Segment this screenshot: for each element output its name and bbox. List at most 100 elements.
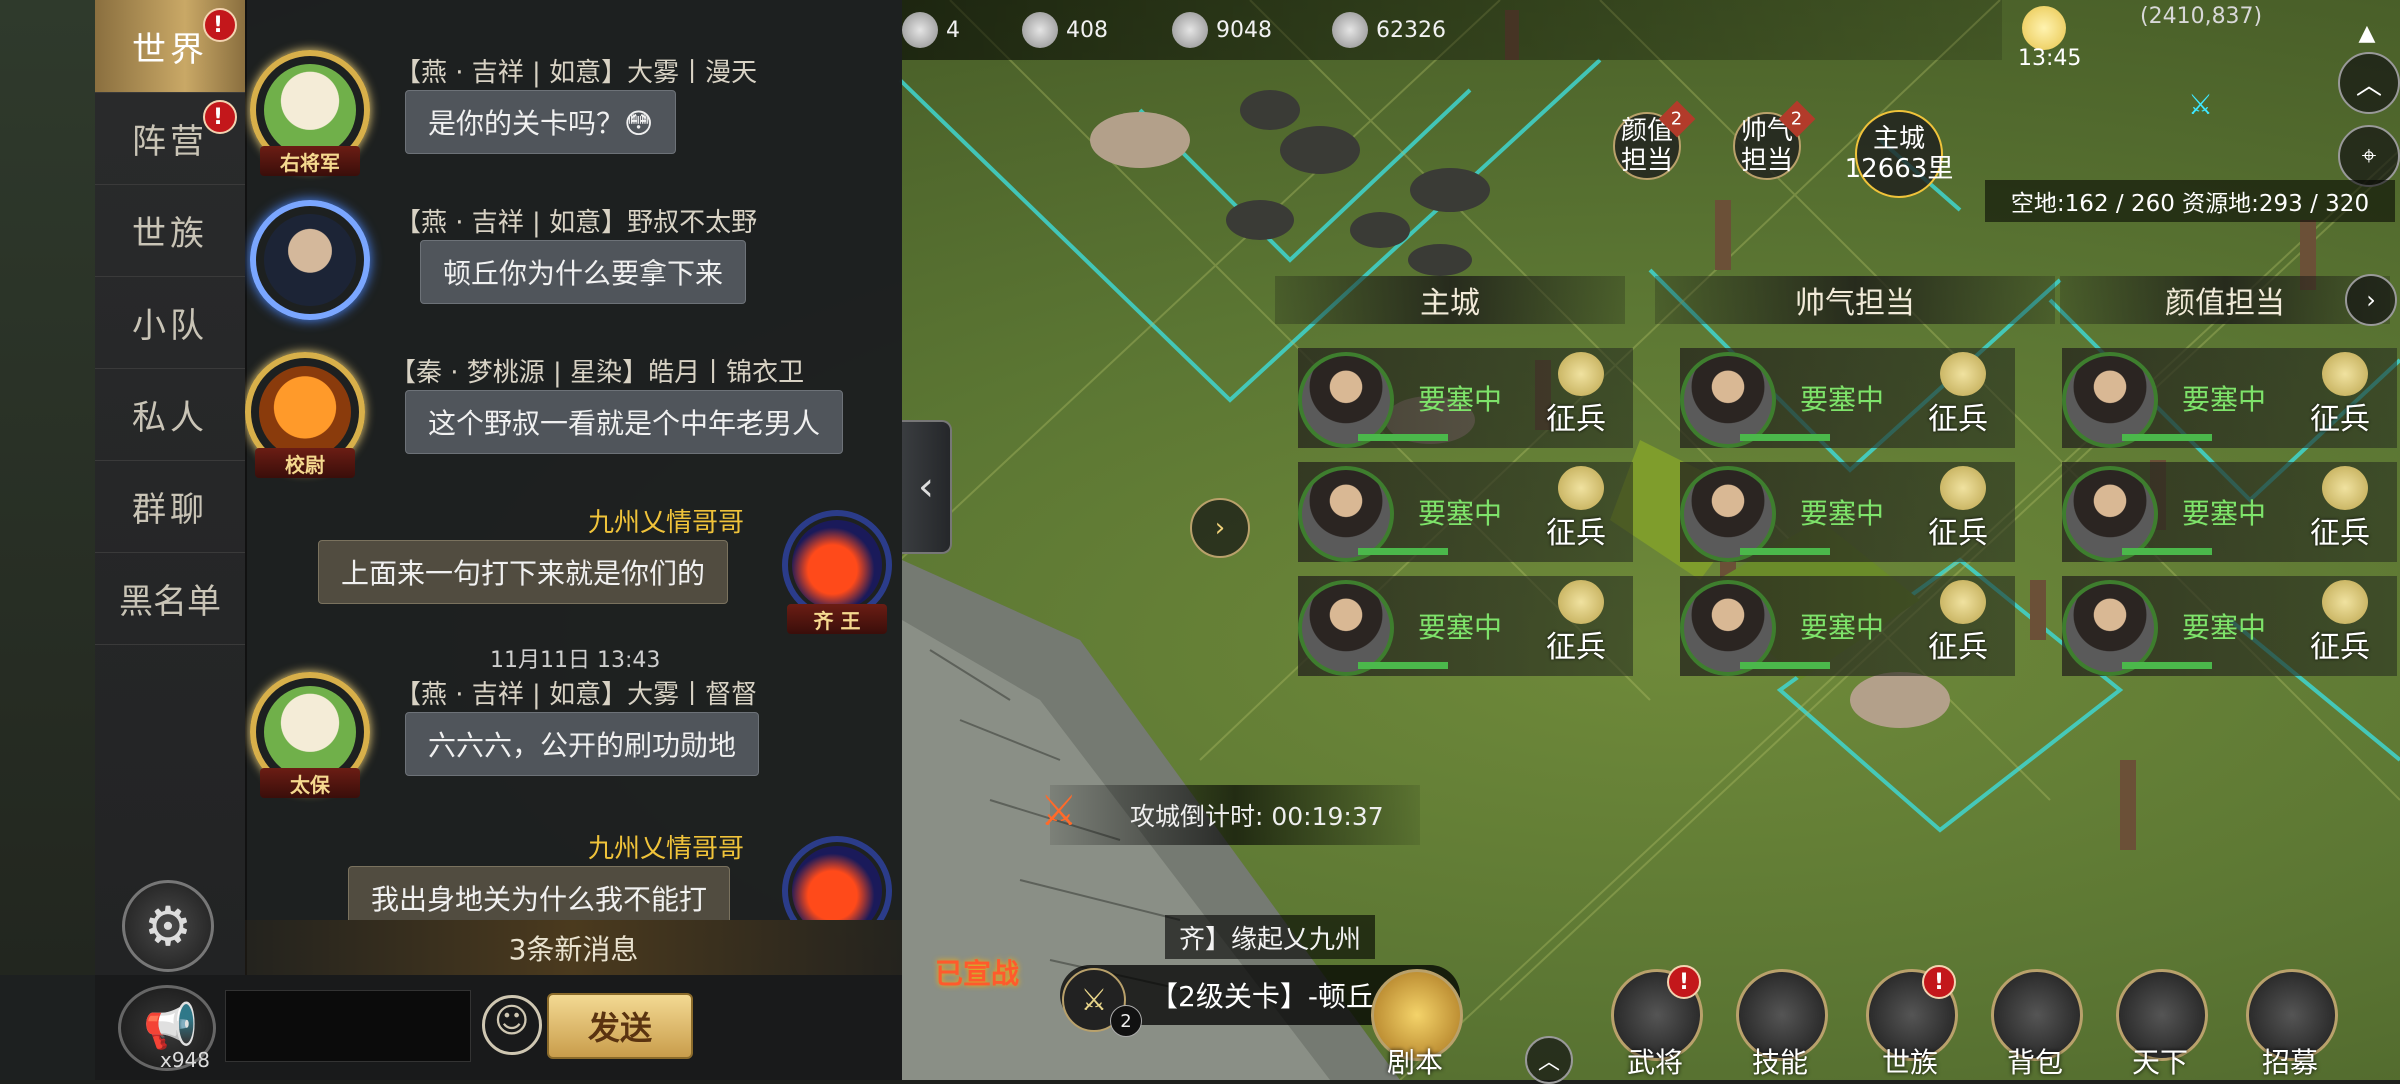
main-city-chip[interactable]: 主城 12663里 [1845, 110, 1953, 198]
megaphone-count: x948 [160, 1048, 211, 1072]
nav-clan[interactable]: ! 世族 [1860, 965, 1960, 1080]
avatar[interactable]: 右将军 [250, 50, 370, 176]
avatar[interactable]: 齐 王 [782, 510, 892, 634]
helmet-icon [2322, 466, 2368, 510]
troop-hp-bar [2122, 434, 2212, 441]
troop-hp-bar [1740, 434, 1830, 441]
nav-backpack[interactable]: 背包 [1985, 965, 2085, 1080]
avatar[interactable]: 太保 [250, 672, 370, 798]
expand-menu-button[interactable]: ︿ [1525, 1036, 1573, 1084]
recruit-button[interactable]: 征兵 [1546, 394, 1606, 438]
helmet-icon [1940, 466, 1986, 510]
gear-icon: ⚙ [143, 894, 193, 958]
troop-card[interactable]: 要塞中 征兵 [1298, 348, 1633, 448]
troop-hp-bar [1358, 662, 1448, 669]
map-pin-icon [2183, 80, 2213, 110]
smiley-icon: ☺ [494, 1001, 530, 1041]
tab-squad[interactable]: 小队 [95, 276, 245, 369]
recruit-button[interactable]: 征兵 [1928, 622, 1988, 666]
chat-left-edge [0, 0, 95, 975]
tab-world[interactable]: 世界 ! [95, 0, 245, 93]
recruit-button[interactable]: 征兵 [2310, 394, 2370, 438]
avatar[interactable] [250, 200, 370, 320]
siege-countdown: 攻城倒计时: 00:19:37 [1050, 785, 1420, 845]
troop-column-header[interactable]: 颜值担当 [2060, 276, 2390, 324]
nav-generals[interactable]: ! 武将 [1605, 965, 1705, 1080]
coin-icon [902, 12, 938, 48]
chevron-left-icon: ‹ [918, 464, 934, 510]
grain-icon [1022, 12, 1058, 48]
avatar[interactable]: 校尉 [245, 352, 365, 478]
troop-card[interactable]: 要塞中 征兵 [1298, 576, 1633, 676]
troop-hp-bar [1358, 434, 1448, 441]
chat-input[interactable] [225, 990, 471, 1062]
troop-card[interactable]: 要塞中 征兵 [1680, 576, 2015, 676]
helmet-icon [1940, 352, 1986, 396]
resource-grain[interactable]: 408 [1022, 8, 1108, 52]
troop-hp-bar [1740, 662, 1830, 669]
expand-troops-button[interactable]: › [1190, 498, 1250, 558]
troop-hp-bar [1740, 548, 1830, 555]
coordinates-readout: (2410,837) [2140, 4, 2263, 29]
troop-column-header[interactable]: 帅气担当 [1655, 276, 2055, 324]
troop-card[interactable]: 要塞中 征兵 [1680, 462, 2015, 562]
troop-card[interactable]: 要塞中 征兵 [2062, 576, 2397, 676]
chat-settings-button[interactable]: ⚙ [122, 880, 214, 972]
tab-blacklist[interactable]: 黑名单 [95, 552, 245, 645]
recruit-button[interactable]: 征兵 [1546, 622, 1606, 666]
message-list[interactable]: 右将军 【燕 · 吉祥 | 如意】大雾丨漫天 是你的关卡吗？😳 【燕 · 吉祥 … [245, 0, 902, 920]
emoji-button[interactable]: ☺ [482, 995, 542, 1055]
game-clock: 13:45 [2018, 46, 2082, 71]
chat-panel: 世界 ! 阵营 ! 世族 小队 私人 群聊 黑名单 ⚙ 右将军 【燕 · 吉祥 … [0, 0, 902, 1080]
tab-private[interactable]: 私人 [95, 368, 245, 461]
helmet-icon [2322, 580, 2368, 624]
send-button[interactable]: 发送 [547, 993, 693, 1059]
troop-card[interactable]: 要塞中 征兵 [2062, 348, 2397, 448]
avatar[interactable] [782, 836, 892, 920]
recruit-button[interactable]: 征兵 [2310, 508, 2370, 552]
land-count-info: 空地:162 / 260 资源地:293 / 320 [1985, 180, 2395, 222]
city-owner-label[interactable]: 齐】缘起乂九州 [1165, 915, 1376, 959]
tab-group[interactable]: 群聊 [95, 460, 245, 553]
sun-icon [2022, 6, 2066, 50]
helmet-icon [1940, 580, 1986, 624]
megaphone-icon: 📢 [143, 1001, 198, 1052]
resource-ingot[interactable]: 62326 [1332, 8, 1446, 52]
troop-hp-bar [1358, 548, 1448, 555]
chat-tabs: 世界 ! 阵营 ! 世族 小队 私人 群聊 黑名单 [95, 0, 247, 975]
new-messages-bar[interactable]: 3条新消息 [245, 920, 902, 975]
war-declared-label: 已宣战 [935, 957, 1020, 990]
ingot-icon [1332, 12, 1368, 48]
troop-card[interactable]: 要塞中 征兵 [2062, 462, 2397, 562]
nav-script[interactable]: 剧本 [1365, 965, 1465, 1080]
collapse-chat-button[interactable]: ‹ [902, 420, 952, 554]
fire-sword-icon: ⚔ [1040, 786, 1078, 835]
troop-column-header[interactable]: 主城 [1275, 276, 1625, 324]
resource-bar: 4 408 9048 62326 [902, 0, 2002, 60]
nav-recruit[interactable]: 招募 [2240, 965, 2340, 1080]
helmet-icon [1558, 466, 1604, 510]
recruit-button[interactable]: 征兵 [1928, 508, 1988, 552]
recruit-button[interactable]: 征兵 [1546, 508, 1606, 552]
recruit-button[interactable]: 征兵 [2310, 622, 2370, 666]
troop-hp-bar [2122, 548, 2212, 555]
nav-skills[interactable]: 技能 [1730, 965, 1830, 1080]
helmet-icon [2322, 352, 2368, 396]
recruit-button[interactable]: 征兵 [1928, 394, 1988, 438]
helmet-icon [1558, 352, 1604, 396]
silver-icon [1172, 12, 1208, 48]
message-timestamp: 11月11日 13:43 [490, 648, 661, 673]
tab-clan[interactable]: 世族 [95, 184, 245, 277]
troop-card[interactable]: 要塞中 征兵 [1680, 348, 2015, 448]
next-page-button[interactable]: › [2345, 274, 2397, 326]
nav-world[interactable]: 天下 [2110, 965, 2210, 1080]
tab-camp[interactable]: 阵营 ! [95, 92, 245, 185]
location-pin-button[interactable]: ⌖ [2338, 125, 2400, 187]
helmet-icon [1558, 580, 1604, 624]
collapse-up-button[interactable]: ︿ [2338, 52, 2400, 114]
resource-coin[interactable]: 4 [902, 8, 960, 52]
troop-card[interactable]: 要塞中 征兵 [1298, 462, 1633, 562]
pass-count-badge: 2 [1110, 1005, 1142, 1037]
troop-hp-bar [2122, 662, 2212, 669]
resource-silver[interactable]: 9048 [1172, 8, 1272, 52]
